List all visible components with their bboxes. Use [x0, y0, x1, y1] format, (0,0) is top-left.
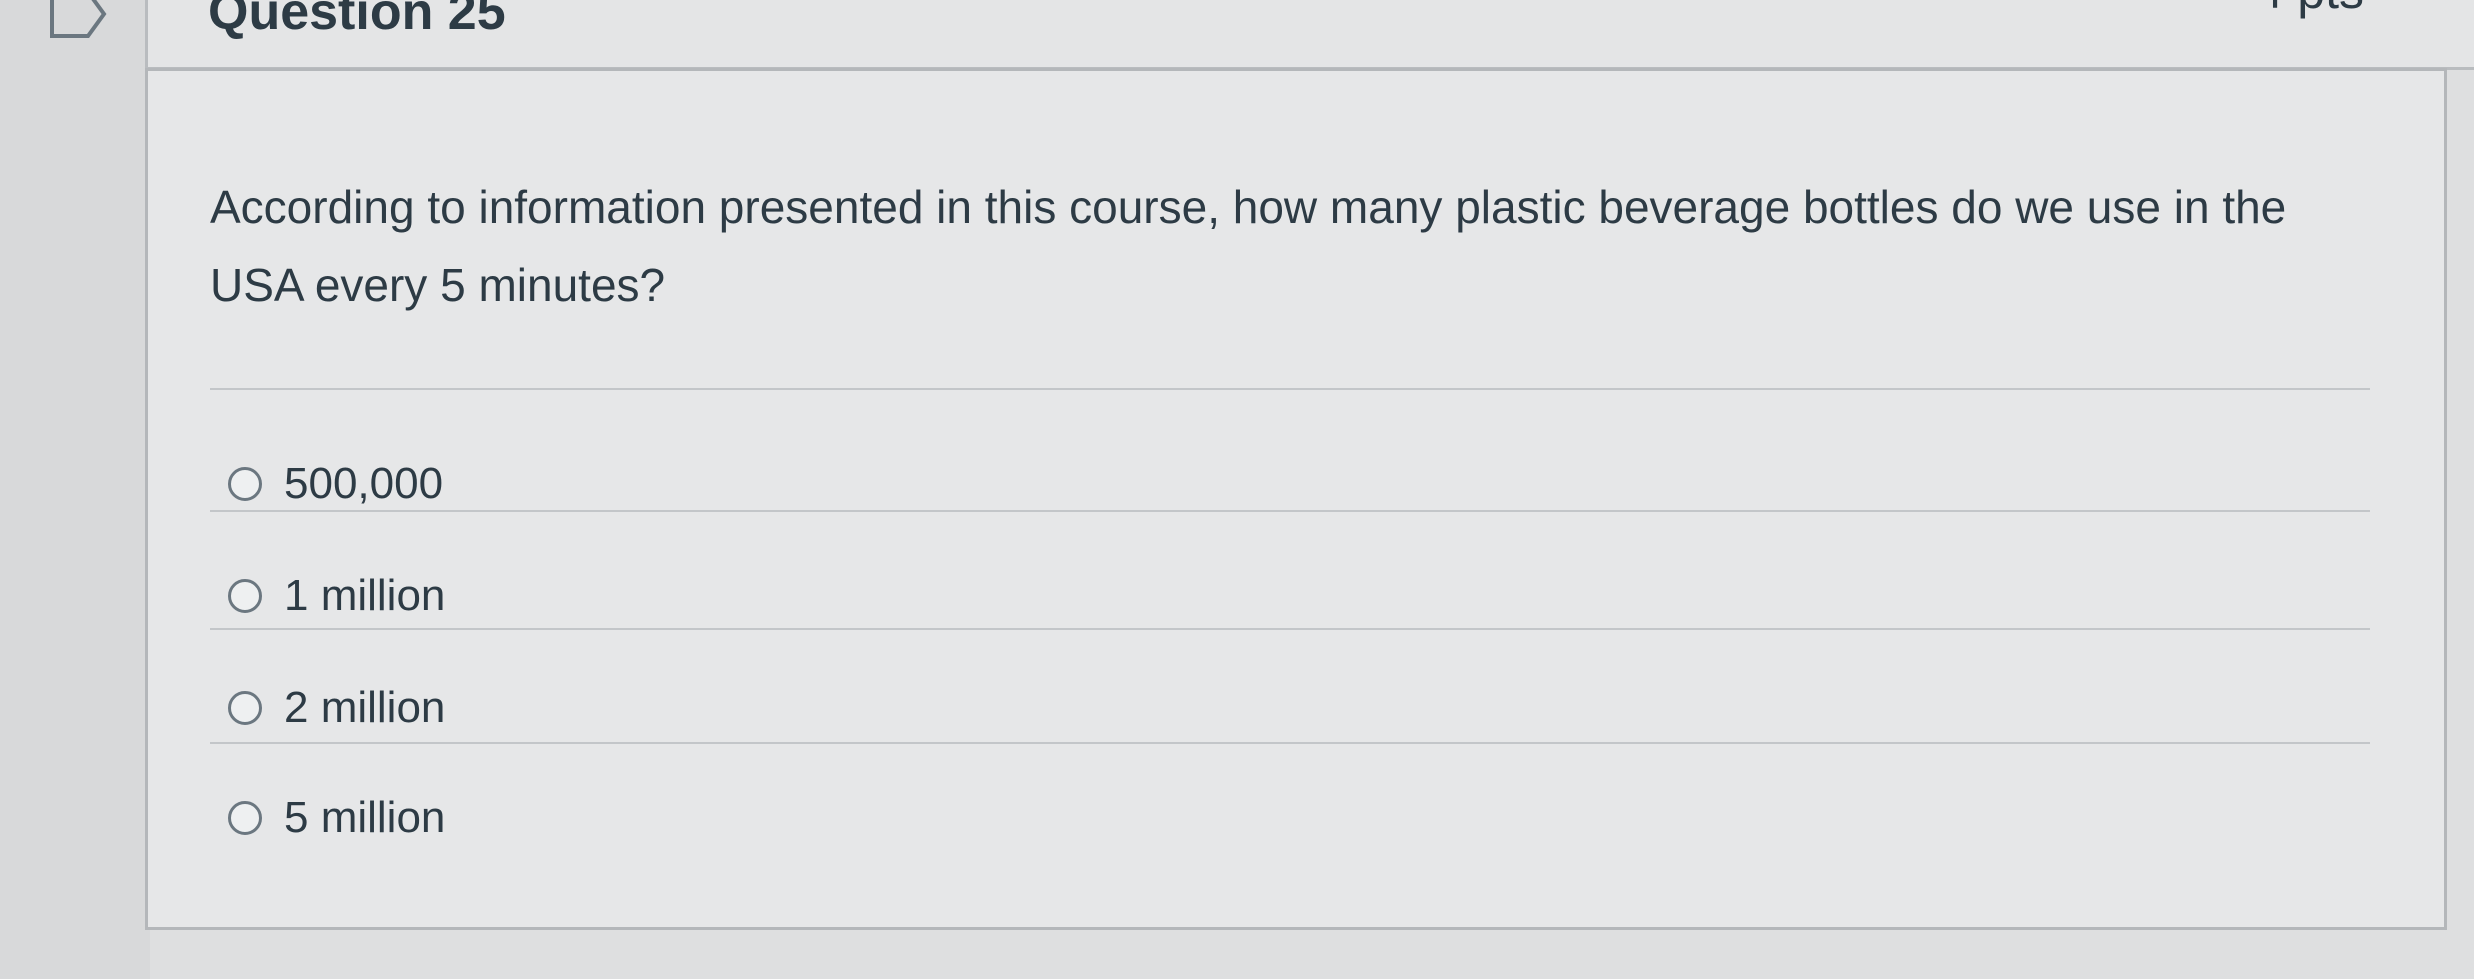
radio-unchecked-icon[interactable]: [228, 801, 262, 835]
answer-option-3[interactable]: 2 million: [228, 678, 445, 738]
answer-divider: [210, 628, 2370, 630]
answer-option-4[interactable]: 5 million: [228, 788, 445, 848]
radio-unchecked-icon[interactable]: [228, 691, 262, 725]
radio-unchecked-icon[interactable]: [228, 579, 262, 613]
question-divider: [210, 388, 2370, 390]
answer-option-2[interactable]: 1 million: [228, 566, 445, 626]
answer-divider: [210, 742, 2370, 744]
answer-divider: [210, 510, 2370, 512]
radio-unchecked-icon[interactable]: [228, 467, 262, 501]
question-title: Question 25: [208, 0, 506, 41]
question-points: 4 pts: [2256, 0, 2364, 20]
answer-label: 1 million: [284, 571, 446, 620]
answer-label: 500,000: [284, 459, 444, 508]
answer-label: 5 million: [284, 793, 446, 842]
flag-question-icon[interactable]: [48, 0, 108, 38]
question-text: According to information presented in th…: [210, 181, 2287, 311]
answer-label: 2 million: [284, 683, 446, 732]
left-gutter: [0, 0, 150, 979]
answer-option-1[interactable]: 500,000: [228, 454, 443, 514]
